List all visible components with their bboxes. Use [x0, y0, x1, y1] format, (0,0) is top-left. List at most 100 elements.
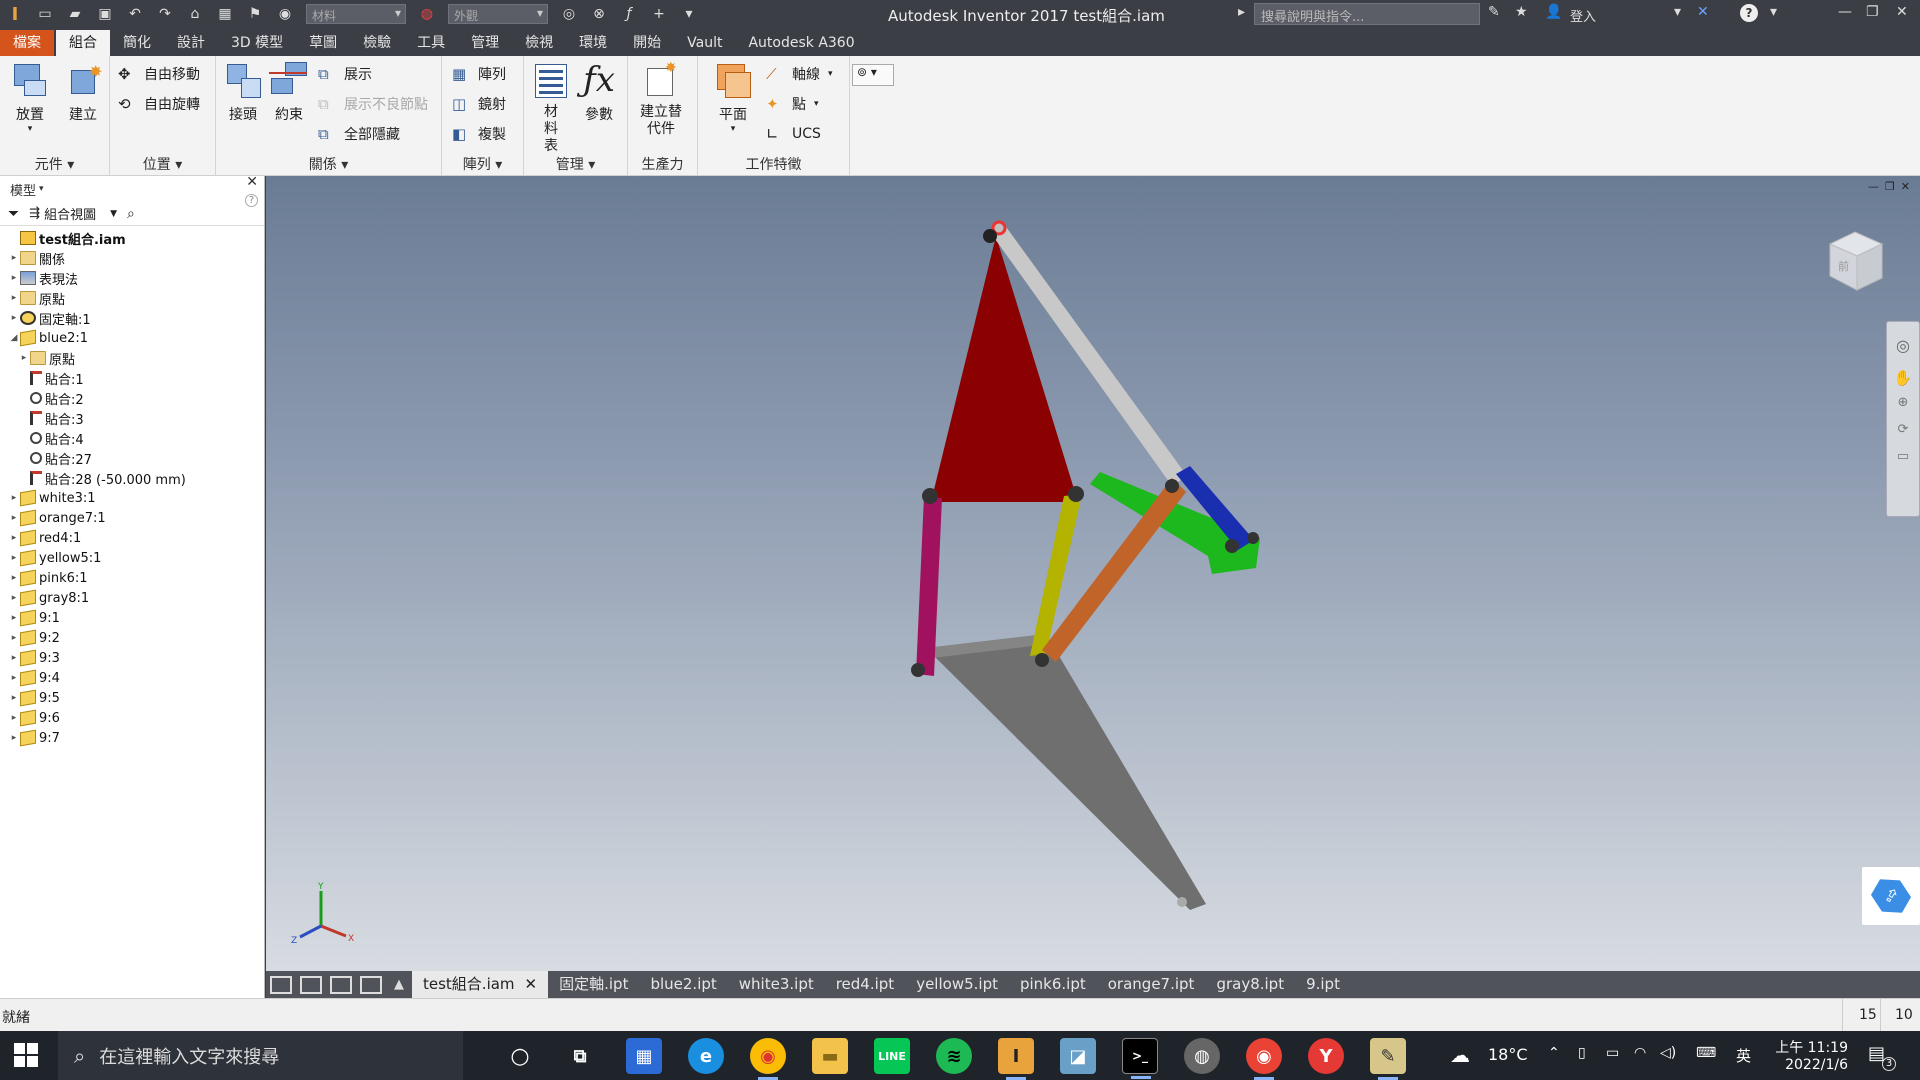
ribbon-tab[interactable]: 檔案 [0, 30, 54, 56]
tree-node[interactable]: ▸ red4:1 [0, 528, 264, 548]
home-icon[interactable]: ⌂ [184, 3, 206, 25]
windows-start-icon[interactable] [14, 1043, 38, 1067]
ribbon-tab[interactable]: Autodesk A360 [735, 30, 867, 56]
help-icon[interactable]: ? [1740, 4, 1758, 22]
restore-icon[interactable]: ❐ [1866, 4, 1879, 20]
cascade-icon[interactable] [270, 975, 292, 994]
viewcube[interactable]: 前 [1820, 226, 1890, 296]
ribbon-tab[interactable]: 設計 [164, 30, 218, 56]
expand-toggle-icon[interactable]: ▸ [8, 313, 20, 323]
file-explorer-icon[interactable]: ▬ [812, 1038, 848, 1074]
dropdown-icon[interactable]: ▾ [1770, 4, 1777, 20]
view-selector[interactable]: 組合視圖 [44, 204, 96, 223]
expand-toggle-icon[interactable]: ◢ [8, 333, 20, 343]
tree-node[interactable]: 貼合:1 [0, 368, 264, 388]
expand-toggle-icon[interactable]: ▸ [8, 733, 20, 743]
star-icon[interactable]: ★ [1515, 4, 1528, 20]
tree-node[interactable]: test組合.iam [0, 228, 264, 248]
save-icon[interactable]: ▣ [94, 3, 116, 25]
app-icon[interactable]: ◍ [1184, 1038, 1220, 1074]
select-icon[interactable]: ▦ [214, 3, 236, 25]
app-icon[interactable]: ✎ [1370, 1038, 1406, 1080]
tree-node[interactable]: ◢ blue2:1 [0, 328, 264, 348]
expand-toggle-icon[interactable]: ▸ [8, 573, 20, 583]
point-button[interactable]: ✦ 點 ▾ [766, 92, 819, 116]
tree-node[interactable]: ▸ 9:2 [0, 628, 264, 648]
ribbon-tab[interactable]: 3D 模型 [218, 30, 296, 56]
find-icon[interactable]: ⌕ [127, 206, 135, 222]
app-icon[interactable]: Y [1308, 1038, 1344, 1074]
doc-tab[interactable]: pink6.ipt [1009, 971, 1097, 998]
tree-node[interactable]: 貼合:4 [0, 428, 264, 448]
browser-title[interactable]: 模型 [10, 180, 36, 199]
tree-node[interactable]: ▸ gray8:1 [0, 588, 264, 608]
tile-vertical-icon[interactable] [360, 975, 382, 994]
undo-icon[interactable]: ↶ [124, 3, 146, 25]
relationships-group-label[interactable]: 關係 ▾ [216, 154, 441, 174]
ribbon-tab[interactable]: 檢驗 [350, 30, 404, 56]
pattern-group-label[interactable]: 陣列 ▾ [442, 154, 523, 174]
doc-tab[interactable]: test組合.iam ✕ [412, 971, 549, 998]
show-sick-button[interactable]: ⧉ 展示不良節點 [318, 92, 428, 116]
doc-tab[interactable]: 固定軸.ipt [548, 971, 639, 998]
terminal-icon[interactable]: >_ [1122, 1038, 1158, 1079]
component-group-label[interactable]: 元件 ▾ [0, 154, 109, 174]
hide-all-button[interactable]: ⧉ 全部隱藏 [318, 122, 400, 146]
tree-node[interactable]: 貼合:27 [0, 448, 264, 468]
ribbon-tab[interactable]: 環境 [566, 30, 620, 56]
tree-node[interactable]: 貼合:2 [0, 388, 264, 408]
expand-toggle-icon[interactable]: ▸ [8, 693, 20, 703]
ribbon-tab[interactable]: 組合 [56, 30, 110, 56]
create-substitute-button[interactable]: ✸ 建立替代件 [636, 60, 686, 138]
expand-toggle-icon[interactable]: ▸ [8, 553, 20, 563]
ribbon-tab[interactable]: 開始 [620, 30, 674, 56]
chrome-icon[interactable]: ◉ [1246, 1038, 1282, 1080]
expand-toggle-icon[interactable]: ▸ [8, 273, 20, 283]
update-icon[interactable]: ⚑ [244, 3, 266, 25]
zoom-icon[interactable]: ⊕ [1887, 395, 1919, 410]
appearance-icon[interactable]: ◍ [416, 3, 438, 25]
close-icon[interactable]: ✕ [246, 174, 258, 190]
keyboard-icon[interactable]: ⌨ [1696, 1045, 1716, 1061]
color-icon[interactable]: ◉ [274, 3, 296, 25]
ribbon-tab[interactable]: 簡化 [110, 30, 164, 56]
pan-icon[interactable]: ✋ [1887, 369, 1919, 387]
inventor-taskbar-icon[interactable]: I [998, 1038, 1034, 1080]
steering-wheel-icon[interactable]: ◎ [1887, 336, 1919, 355]
doc-tab[interactable]: orange7.ipt [1097, 971, 1206, 998]
exchange-icon[interactable]: ✕ [1697, 4, 1709, 20]
doc-tab[interactable]: yellow5.ipt [905, 971, 1009, 998]
expand-toggle-icon[interactable]: ▸ [8, 493, 20, 503]
expand-toggle-icon[interactable]: ▸ [8, 293, 20, 303]
open-documents-icon[interactable]: ▲ [394, 977, 404, 992]
expand-toggle-icon[interactable]: ▸ [8, 713, 20, 723]
clear-icon[interactable]: ⊗ [588, 3, 610, 25]
tree-node[interactable]: ▸ orange7:1 [0, 508, 264, 528]
plus-icon[interactable]: + [648, 3, 670, 25]
ribbon-options-button[interactable]: ⊚ ▾ [852, 64, 894, 86]
battery-icon[interactable]: ▭ [1606, 1045, 1619, 1061]
line-icon[interactable]: LINE [874, 1038, 910, 1074]
customize-icon[interactable]: ▾ [678, 3, 700, 25]
spotify-icon[interactable]: ≋ [936, 1038, 972, 1074]
copy-button[interactable]: ◧ 複製 [452, 122, 506, 146]
doc-tab[interactable]: white3.ipt [728, 971, 825, 998]
expand-toggle-icon[interactable]: ▸ [8, 633, 20, 643]
taskbar-search[interactable]: ⌕ 在這裡輸入文字來搜尋 [58, 1031, 463, 1080]
ime-indicator[interactable]: 英 [1736, 1045, 1751, 1066]
close-icon[interactable]: ✕ [1896, 4, 1908, 20]
adjust-icon[interactable]: ◎ [558, 3, 580, 25]
expand-toggle-icon[interactable]: ▸ [18, 353, 30, 363]
doc-tab[interactable]: red4.ipt [825, 971, 905, 998]
filter-icon[interactable]: ⏷ [8, 206, 19, 222]
tool-icon[interactable]: ✎ [1488, 4, 1500, 20]
chrome-icon[interactable]: ◉ [750, 1038, 786, 1080]
new-file-icon[interactable]: ▭ [34, 3, 56, 25]
appearance-dropdown[interactable]: 外觀 [448, 4, 548, 24]
close-tab-icon[interactable]: ✕ [525, 971, 538, 998]
tree-node[interactable]: ▸ 9:1 [0, 608, 264, 628]
dropdown-icon[interactable]: ▾ [1674, 4, 1681, 20]
tree-node[interactable]: ▸ pink6:1 [0, 568, 264, 588]
app-icon[interactable]: ◪ [1060, 1038, 1096, 1074]
open-file-icon[interactable]: ▰ [64, 3, 86, 25]
